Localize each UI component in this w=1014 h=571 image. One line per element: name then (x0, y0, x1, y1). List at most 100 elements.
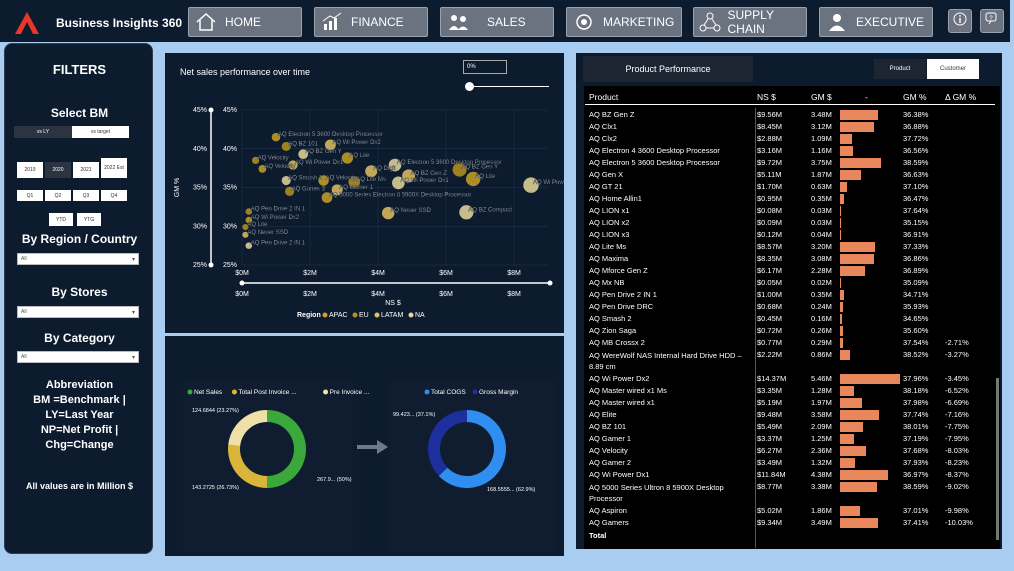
table-row[interactable]: AQ Gen X $5.11M 1.87M 36.63% (585, 169, 995, 181)
sales-donut-legend-label: Pre Invoice ... (330, 389, 370, 396)
legend-label: EU (359, 312, 369, 319)
nav-supply-chain-button[interactable]: SUPPLY CHAIN (693, 7, 807, 37)
table-row[interactable]: AQ Zion Saga $0.72M 0.26M 35.60% (585, 325, 995, 337)
table-row[interactable]: AQ LION x3 $0.12M 0.04M 36.91% (585, 229, 995, 241)
product-name: AQ Clx1 (589, 122, 617, 131)
table-scrollbar[interactable] (996, 378, 999, 540)
gm-bar (840, 458, 855, 468)
year-2021-option[interactable]: 2021 (73, 162, 99, 178)
table-row[interactable]: AQ 5000 Series Ultron 8 5900X Desktop Pr… (585, 481, 995, 503)
table-row[interactable]: AQ Home Allin1 $0.95M 0.35M 36.47% (585, 193, 995, 205)
table-row[interactable]: AQ WereWolf NAS Internal Hard Drive HDD … (585, 349, 995, 371)
table-row[interactable]: AQ Mforce Gen Z $6.17M 2.28M 36.89% (585, 265, 995, 277)
table-row[interactable]: AQ Gamer 2 $3.49M 1.32M 37.93% -8.23% (585, 457, 995, 469)
x-tick-label-lower: $0M (235, 291, 249, 298)
table-row[interactable]: AQ BZ Gen Z $9.56M 3.48M 36.38% (585, 109, 995, 121)
toggle-product[interactable]: Product (874, 59, 926, 79)
table-row[interactable]: AQ GT 21 $1.70M 0.63M 37.10% (585, 181, 995, 193)
stores-dropdown[interactable]: All ▾ (17, 306, 139, 318)
gm-pct-value: 36.47% (903, 194, 929, 203)
bm-vs-ly-option[interactable]: vs LY (14, 126, 72, 138)
table-row[interactable]: AQ BZ 101 $5.49M 2.09M 38.01% -7.75% (585, 421, 995, 433)
table-row[interactable]: AQ Master wired x1 Ms $3.35M 1.28M 38.18% -6… (585, 385, 995, 397)
net-sales-value: $5.02M (757, 506, 783, 515)
table-row[interactable]: AQ Elite $9.48M 3.58M 37.74% -7.16% (585, 409, 995, 421)
gm-pct-value: 37.33% (903, 242, 929, 251)
x-tick-label-lower: $2M (303, 291, 317, 298)
scatter-point-label: AQ Pen Drive 2 IN 1 (251, 207, 306, 213)
delta-gm-pct-value: -10.03% (945, 518, 973, 527)
table-row[interactable]: AQ Clx1 $8.45M 3.12M 36.88% (585, 121, 995, 133)
table-row[interactable]: AQ Smash 2 $0.45M 0.16M 34.65% (585, 313, 995, 325)
table-row[interactable]: AQ MB Crossx 2 $0.77M 0.29M 37.54% -2.71% (585, 337, 995, 349)
table-row[interactable]: AQ Lite Ms $8.57M 3.20M 37.33% (585, 241, 995, 253)
table-row[interactable]: AQ Pen Drive DRC $0.68M 0.24M 35.93% (585, 301, 995, 313)
nav-marketing-button[interactable]: MARKETING (566, 7, 682, 37)
quarter-q2-option[interactable]: Q2 (45, 190, 71, 201)
net-sales-value: $0.08M (757, 206, 783, 215)
gm-pct-value: 37.64% (903, 206, 929, 215)
quarter-q3-option[interactable]: Q3 (73, 190, 99, 201)
table-row[interactable]: AQ Electron 4 3600 Desktop Processor $3.1… (585, 145, 995, 157)
stores-filter-title: By Stores (51, 285, 108, 299)
table-row[interactable]: AQ Mx NB $0.05M 0.02M 35.09% (585, 277, 995, 289)
table-row[interactable]: AQ Pen Drive 2 IN 1 $1.00M 0.35M 34.71% (585, 289, 995, 301)
quarter-q1-option[interactable]: Q1 (17, 190, 43, 201)
ytg-option[interactable]: YTG (77, 213, 101, 226)
year-2019-option[interactable]: 2019 (17, 162, 43, 178)
table-row[interactable]: AQ Electron 5 3600 Desktop Processor $9.7… (585, 157, 995, 169)
ytd-option[interactable]: YTD (49, 213, 73, 226)
quarter-q4-option[interactable]: Q4 (101, 190, 127, 201)
product-name: AQ Wi Power Dx1 (589, 470, 650, 479)
col-delta-gm-pct[interactable]: Δ GM % (945, 92, 976, 102)
filters-panel: FILTERS Select BM vs LY vs target 2019 2… (4, 43, 153, 554)
col-product[interactable]: Product (589, 92, 618, 102)
table-row[interactable]: AQ LION x2 $0.09M 0.03M 35.15% (585, 217, 995, 229)
nav-finance-button[interactable]: FINANCE (314, 7, 428, 37)
table-row[interactable]: AQ Gamers $9.34M 3.49M 37.41% -10.03% (585, 517, 995, 529)
table-row[interactable]: AQ Gamer 1 $3.37M 1.25M 37.19% -7.95% (585, 433, 995, 445)
table-row[interactable]: AQ Clx2 $2.88M 1.09M 37.72% (585, 133, 995, 145)
select-bm-title: Select BM (50, 106, 109, 120)
year-2022-est-option[interactable]: 2022 Est (101, 158, 127, 178)
y-slider-handle-top (208, 107, 214, 113)
category-dropdown[interactable]: All ▾ (17, 351, 139, 363)
col-ns[interactable]: NS $ (757, 92, 776, 102)
table-row[interactable]: AQ Maxima $8.35M 3.08M 36.86% (585, 253, 995, 265)
nav-home-button[interactable]: HOME (188, 7, 302, 37)
scatter-point-label: AQ Wi Power Dx1 (295, 160, 344, 166)
net-sales-value: $9.56M (757, 110, 783, 119)
category-dropdown-value: All (21, 354, 27, 360)
region-dropdown[interactable]: All ▾ (17, 253, 139, 265)
bm-vs-target-option[interactable]: vs target (72, 126, 129, 138)
net-sales-value: $8.35M (757, 254, 783, 263)
scatter-point-label: AQ Wi Power Dx2 (251, 215, 300, 221)
table-row[interactable]: AQ Aspiron $5.02M 1.86M 37.01% -9.98% (585, 505, 995, 517)
table-row[interactable]: AQ Wi Power Dx1 $11.84M 4.38M 36.97% -8.37% (585, 469, 995, 481)
nav-executive-button[interactable]: EXECUTIVE (819, 7, 933, 37)
help-button[interactable]: ? (980, 9, 1004, 33)
gross-margin-value: 1.28M (811, 386, 832, 395)
toggle-customer[interactable]: Customer (927, 59, 979, 79)
table-row[interactable]: AQ Wi Power Dx2 $14.37M 5.46M 37.96% -3.45% (585, 373, 995, 385)
gross-margin-value: 3.12M (811, 122, 832, 131)
net-sales-value: $0.72M (757, 326, 783, 335)
region-dropdown-value: All (21, 256, 27, 262)
info-button[interactable] (948, 9, 972, 33)
table-row[interactable]: AQ LION x1 $0.08M 0.03M 37.64% (585, 205, 995, 217)
delta-gm-pct-value: -7.95% (945, 434, 969, 443)
nav-sales-button[interactable]: SALES (440, 7, 554, 37)
cogs-donut-data-label: 168.5555... (62.9%) (487, 487, 535, 493)
product-name: AQ LION x1 (589, 206, 630, 215)
y-tick-label-outer: 25% (193, 262, 207, 269)
col-bar[interactable]: - (865, 92, 868, 102)
marketing-icon (571, 10, 597, 34)
x-tick-label-lower: $8M (507, 291, 521, 298)
col-gm-pct[interactable]: GM % (903, 92, 927, 102)
col-gm[interactable]: GM $ (811, 92, 832, 102)
year-2020-option[interactable]: 2020 (45, 162, 71, 178)
net-sales-value: $1.00M (757, 290, 783, 299)
table-row[interactable]: AQ Master wired x1 $5.19M 1.97M 37.98% -6.69… (585, 397, 995, 409)
table-row[interactable]: AQ Velocity $6.27M 2.36M 37.68% -8.03% (585, 445, 995, 457)
y-tick-label: 30% (223, 223, 237, 230)
